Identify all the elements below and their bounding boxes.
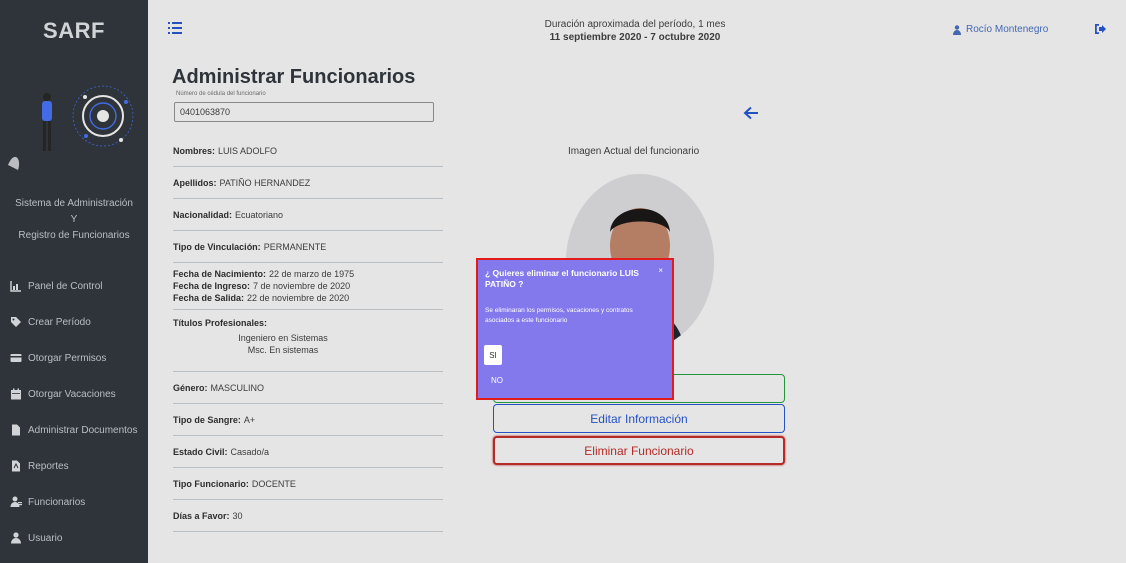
- dialog-message: Se eliminaran los permisos, vacaciones y…: [485, 307, 633, 324]
- delete-confirm-dialog: × ¿ Quieres eliminar el funcionario LUIS…: [478, 260, 672, 398]
- confirm-no-button[interactable]: NO: [491, 376, 503, 385]
- confirm-yes-button[interactable]: SI: [484, 345, 502, 365]
- close-icon[interactable]: ×: [658, 266, 663, 275]
- dialog-question: ¿ Quieres eliminar el funcionario LUIS P…: [485, 268, 639, 289]
